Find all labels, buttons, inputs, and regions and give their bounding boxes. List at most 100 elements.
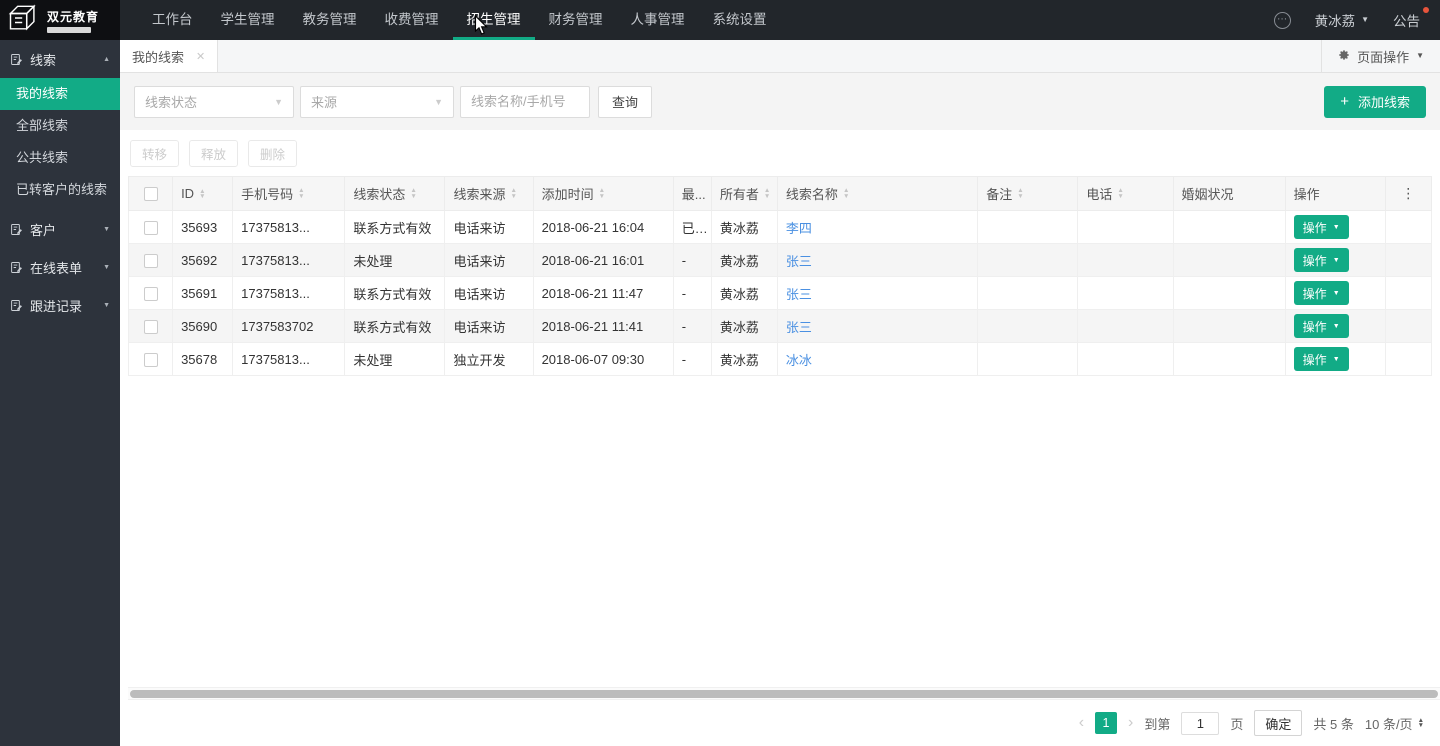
row-action-label: 操作 [1303,219,1327,236]
table-row: 3567817375813...未处理独立开发2018-06-07 09:30-… [129,343,1432,376]
table-row: 3569217375813...未处理电话来访2018-06-21 16:01-… [129,244,1432,277]
prev-page-icon[interactable]: ‹ [1079,715,1084,731]
column-header-label: 所有者 [720,187,759,202]
sort-icon[interactable]: ▲▼ [510,188,516,199]
row-action-button[interactable]: 操作▼ [1294,347,1349,371]
column-header-added[interactable]: 添加时间▲▼ [533,177,673,211]
column-header-tel[interactable]: 电话▲▼ [1078,177,1173,211]
page-size-label: 10 条/页 [1365,714,1413,733]
close-icon[interactable]: ✕ [196,50,205,63]
cell-phone: 1737583702 [233,310,345,343]
confirm-button[interactable]: 确定 [1254,710,1302,736]
nav-item-student-mgmt[interactable]: 学生管理 [207,0,289,40]
column-header-source[interactable]: 线索来源▲▼ [445,177,533,211]
sidebar-group-follow-records[interactable]: 跟进记录▼ [0,286,120,324]
row-checkbox[interactable] [144,353,158,367]
main-content: 我的线索 ✕ 页面操作 ▼ 线索状态 ▼ 来源 ▼ 查询 + 添加线索 [120,40,1440,746]
row-action-button[interactable]: 操作▼ [1294,314,1349,338]
brand-logo: 双元教育 [0,0,120,40]
column-header-phone[interactable]: 手机号码▲▼ [233,177,345,211]
cell-remark [978,310,1078,343]
cell-added: 2018-06-21 11:41 [533,310,673,343]
clue-name-link[interactable]: 张三 [786,320,812,335]
cube-logo-icon [6,2,42,39]
goto-page-input[interactable] [1181,712,1219,735]
cell-phone: 17375813... [233,244,345,277]
column-settings-icon[interactable]: ⋮ [1401,185,1415,201]
sort-icon[interactable]: ▲▼ [199,189,205,200]
notice-link[interactable]: 公告 [1393,10,1420,30]
nav-item-admission-mgmt[interactable]: 招生管理 [453,0,535,40]
sidebar-item-all-clues[interactable]: 全部线索 [0,110,120,142]
column-header-action[interactable]: 操作 [1285,177,1385,211]
cell-id: 35678 [173,343,233,376]
page-actions-dropdown[interactable]: 页面操作 ▼ [1321,40,1440,72]
page-size-select[interactable]: 10 条/页 ▲▼ [1365,714,1424,733]
sidebar-item-converted-clues[interactable]: 已转客户的线索 [0,174,120,206]
message-icon[interactable]: ⋯ [1274,12,1291,29]
clue-name-link[interactable]: 张三 [786,287,812,302]
row-action-button[interactable]: 操作▼ [1294,281,1349,305]
add-clue-label: 添加线索 [1358,92,1410,111]
sidebar-group-clues[interactable]: 线索▲ [0,40,120,78]
scrollbar-thumb[interactable] [130,690,1438,698]
keyword-input[interactable] [460,86,590,118]
sidebar-group-customers[interactable]: 客户▼ [0,210,120,248]
user-menu[interactable]: 黄冰荔 ▼ [1315,10,1369,30]
sort-icon[interactable]: ▲▼ [410,188,416,199]
nav-item-system-settings[interactable]: 系统设置 [699,0,781,40]
next-page-icon[interactable]: › [1128,715,1133,731]
column-header-status[interactable]: 线索状态▲▼ [345,177,445,211]
cell-name: 冰冰 [777,343,977,376]
sort-icon[interactable]: ▲▼ [1117,188,1123,199]
sidebar-item-my-clues[interactable]: 我的线索 [0,78,120,110]
cell-last: - [673,244,711,277]
column-header-marital[interactable]: 婚姻状况 [1173,177,1285,211]
page-number-1[interactable]: 1 [1095,712,1117,734]
row-checkbox[interactable] [144,221,158,235]
release-button[interactable]: 释放 [189,140,238,167]
row-action-button[interactable]: 操作▼ [1294,248,1349,272]
column-header-id[interactable]: ID▲▼ [173,177,233,211]
nav-item-workbench[interactable]: 工作台 [138,0,207,40]
row-checkbox[interactable] [144,320,158,334]
nav-item-fee-mgmt[interactable]: 收费管理 [371,0,453,40]
table-row: 3569117375813...联系方式有效电话来访2018-06-21 11:… [129,277,1432,310]
search-button[interactable]: 查询 [598,86,652,118]
column-header-last[interactable]: 最... [673,177,711,211]
clue-name-link[interactable]: 张三 [786,254,812,269]
delete-button[interactable]: 删除 [248,140,297,167]
row-action-button[interactable]: 操作▼ [1294,215,1349,239]
select-all-checkbox[interactable] [144,187,158,201]
add-clue-button[interactable]: + 添加线索 [1324,86,1426,118]
sidebar-item-public-clues[interactable]: 公共线索 [0,142,120,174]
sort-icon[interactable]: ▲▼ [599,188,605,199]
clue-name-link[interactable]: 李四 [786,221,812,236]
cell-marital [1173,211,1285,244]
row-checkbox[interactable] [144,287,158,301]
nav-item-finance-mgmt[interactable]: 财务管理 [535,0,617,40]
nav-item-hr-mgmt[interactable]: 人事管理 [617,0,699,40]
nav-item-academic-mgmt[interactable]: 教务管理 [289,0,371,40]
column-header-owner[interactable]: 所有者 ▲▼ [711,177,777,211]
source-select[interactable]: 来源 ▼ [300,86,454,118]
column-header-remark[interactable]: 备注▲▼ [978,177,1078,211]
sort-icon[interactable]: ▲▼ [764,188,770,199]
sort-icon[interactable]: ▲▼ [298,188,304,199]
row-action-label: 操作 [1303,285,1327,302]
row-checkbox[interactable] [144,254,158,268]
horizontal-scrollbar[interactable] [128,687,1440,700]
cell-phone: 17375813... [233,277,345,310]
sort-icon[interactable]: ▲▼ [843,188,849,199]
column-header-name[interactable]: 线索名称▲▼ [777,177,977,211]
sort-icon[interactable]: ▲▼ [1017,188,1023,199]
clue-name-link[interactable]: 冰冰 [786,353,812,368]
clue-status-select[interactable]: 线索状态 ▼ [134,86,294,118]
cell-extra [1385,211,1431,244]
transfer-button[interactable]: 转移 [130,140,179,167]
cell-source: 电话来访 [445,244,533,277]
sidebar-group-online-forms[interactable]: 在线表单▼ [0,248,120,286]
cell-source: 电话来访 [445,310,533,343]
tab-my-clues[interactable]: 我的线索 ✕ [120,40,218,72]
logo-tagline [47,27,91,33]
